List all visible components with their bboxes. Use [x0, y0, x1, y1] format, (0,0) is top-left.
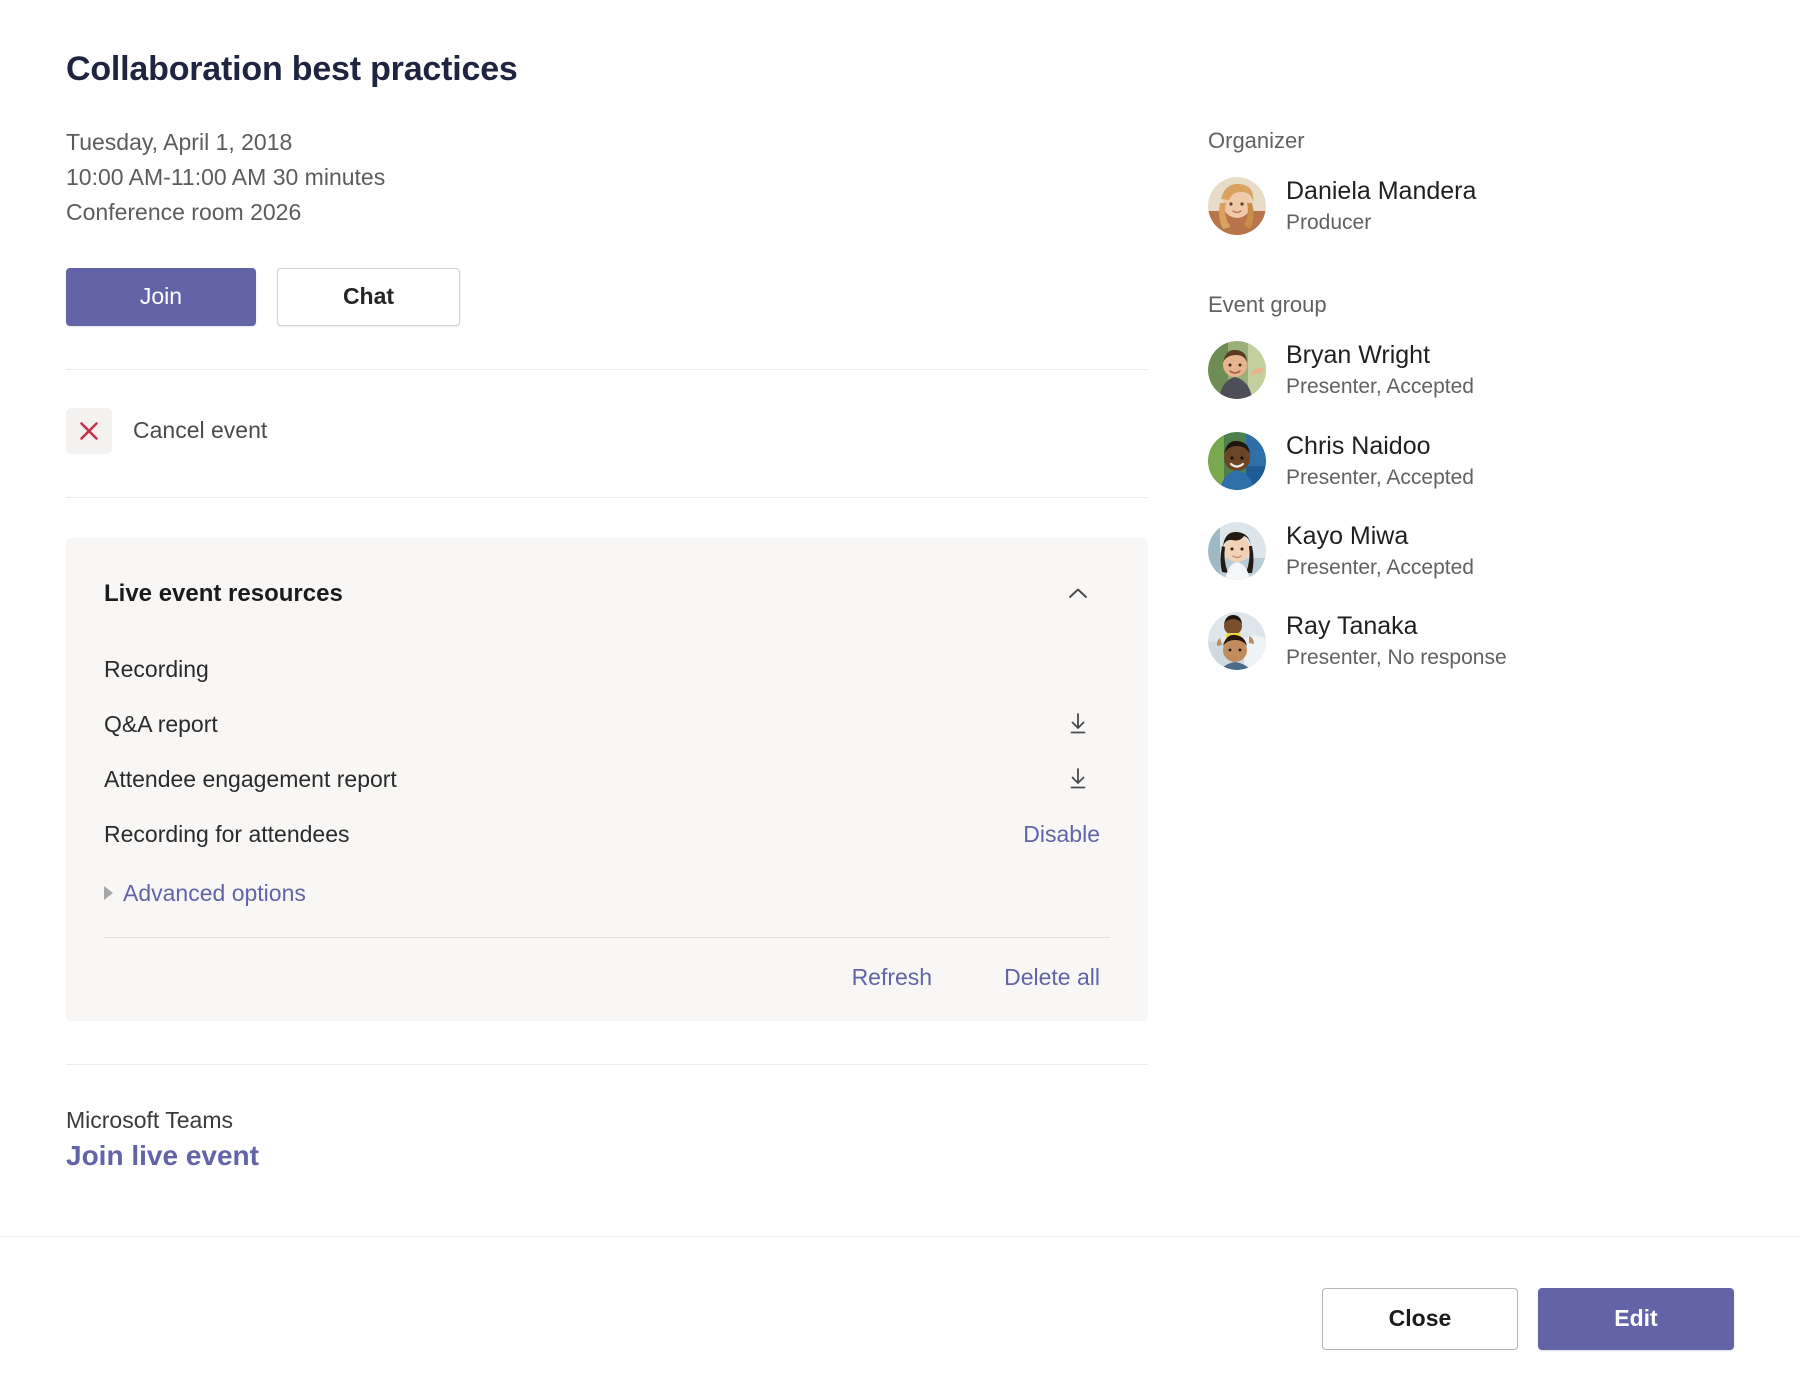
- member-name: Ray Tanaka: [1286, 611, 1507, 641]
- event-group-member[interactable]: Bryan Wright Presenter, Accepted: [1208, 340, 1474, 400]
- chat-button[interactable]: Chat: [277, 268, 460, 326]
- cancel-event-button[interactable]: Cancel event: [66, 408, 267, 454]
- divider-below-cancel: [66, 497, 1148, 498]
- resource-row-recording: Recording: [104, 642, 1110, 697]
- member-text: Ray Tanaka Presenter, No response: [1286, 611, 1507, 671]
- divider-above-teams-block: [66, 1064, 1148, 1065]
- event-location: Conference room 2026: [66, 195, 1160, 230]
- delete-all-link[interactable]: Delete all: [1004, 964, 1100, 991]
- teams-join-block: Microsoft Teams Join live event: [66, 1107, 1160, 1172]
- organizer-role: Producer: [1286, 209, 1476, 236]
- download-icon[interactable]: [1056, 702, 1100, 746]
- organizer-caption: Organizer: [1208, 128, 1800, 154]
- organizer-name: Daniela Mandera: [1286, 176, 1476, 206]
- member-text: Kayo Miwa Presenter, Accepted: [1286, 521, 1474, 581]
- dialog-footer: Close Edit: [0, 1237, 1800, 1400]
- avatar: [1208, 522, 1266, 580]
- member-text: Bryan Wright Presenter, Accepted: [1286, 340, 1474, 400]
- organizer-text: Daniela Mandera Producer: [1286, 176, 1476, 236]
- live-event-resources-panel: Live event resources Recording Q&A repor…: [66, 538, 1148, 1021]
- event-date: Tuesday, April 1, 2018: [66, 125, 1160, 160]
- member-name: Bryan Wright: [1286, 340, 1474, 370]
- spacer: [1208, 266, 1800, 292]
- avatar: [1208, 432, 1266, 490]
- event-group-member[interactable]: Ray Tanaka Presenter, No response: [1208, 611, 1507, 671]
- avatar: [1208, 612, 1266, 670]
- teams-app-label: Microsoft Teams: [66, 1107, 1160, 1134]
- event-group-member[interactable]: Kayo Miwa Presenter, Accepted: [1208, 521, 1474, 581]
- participants-column: Organizer: [1160, 0, 1800, 701]
- event-details-dialog: Collaboration best practices Tuesday, Ap…: [0, 0, 1800, 1400]
- event-group-caption: Event group: [1208, 292, 1800, 318]
- event-group-member[interactable]: Chris Naidoo Presenter, Accepted: [1208, 431, 1474, 491]
- chevron-up-icon[interactable]: [1056, 572, 1100, 616]
- resources-title: Live event resources: [104, 580, 343, 608]
- resource-label: Attendee engagement report: [104, 766, 397, 793]
- resource-label: Recording: [104, 656, 209, 683]
- member-name: Chris Naidoo: [1286, 431, 1474, 461]
- member-role: Presenter, No response: [1286, 644, 1507, 671]
- refresh-link[interactable]: Refresh: [852, 964, 933, 991]
- cancel-event-label: Cancel event: [133, 417, 267, 444]
- dialog-body: Collaboration best practices Tuesday, Ap…: [0, 0, 1800, 1172]
- resource-row-recording-for-attendees: Recording for attendees Disable: [104, 807, 1110, 862]
- member-role: Presenter, Accepted: [1286, 464, 1474, 491]
- avatar: [1208, 177, 1266, 235]
- page-title: Collaboration best practices: [66, 50, 1160, 89]
- member-role: Presenter, Accepted: [1286, 373, 1474, 400]
- close-button[interactable]: Close: [1322, 1288, 1518, 1350]
- resource-row-qa-report: Q&A report: [104, 697, 1110, 752]
- disable-link[interactable]: Disable: [1023, 821, 1100, 848]
- event-time: 10:00 AM-11:00 AM 30 minutes: [66, 160, 1160, 195]
- event-meta: Tuesday, April 1, 2018 10:00 AM-11:00 AM…: [66, 125, 1160, 230]
- join-live-event-link[interactable]: Join live event: [66, 1140, 259, 1172]
- resource-label: Q&A report: [104, 711, 218, 738]
- divider-above-cancel: [66, 369, 1148, 370]
- resources-footer-actions: Refresh Delete all: [104, 938, 1110, 991]
- member-name: Kayo Miwa: [1286, 521, 1474, 551]
- resource-label: Recording for attendees: [104, 821, 350, 848]
- edit-button[interactable]: Edit: [1538, 1288, 1734, 1350]
- resources-header: Live event resources: [104, 572, 1110, 616]
- member-role: Presenter, Accepted: [1286, 554, 1474, 581]
- member-text: Chris Naidoo Presenter, Accepted: [1286, 431, 1474, 491]
- resource-row-attendee-engagement-report: Attendee engagement report: [104, 752, 1110, 807]
- triangle-right-icon: [104, 886, 113, 900]
- primary-action-row: Join Chat: [66, 268, 1160, 326]
- organizer-entry[interactable]: Daniela Mandera Producer: [1208, 176, 1476, 236]
- join-button[interactable]: Join: [66, 268, 256, 326]
- download-icon[interactable]: [1056, 757, 1100, 801]
- avatar: [1208, 341, 1266, 399]
- advanced-options-label: Advanced options: [123, 880, 306, 907]
- close-x-icon: [66, 408, 112, 454]
- advanced-options-toggle[interactable]: Advanced options: [104, 880, 306, 907]
- left-content-column: Collaboration best practices Tuesday, Ap…: [0, 0, 1160, 1172]
